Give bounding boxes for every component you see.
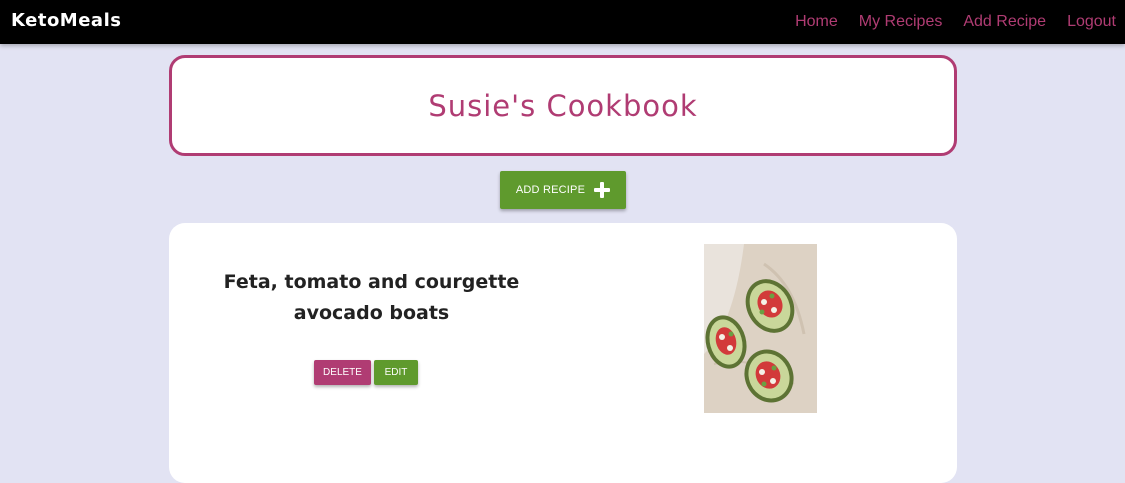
cookbook-title-box: Susie's Cookbook xyxy=(169,55,957,156)
plus-icon xyxy=(594,182,611,198)
recipe-actions: DELETE EDIT xyxy=(314,360,418,385)
nav-link-logout[interactable]: Logout xyxy=(1067,13,1116,31)
recipe-image xyxy=(704,244,817,413)
brand-logo[interactable]: KetoMeals xyxy=(11,10,121,31)
nav-link-add-recipe[interactable]: Add Recipe xyxy=(963,13,1046,31)
delete-button[interactable]: DELETE xyxy=(314,360,371,385)
page-title: Susie's Cookbook xyxy=(428,88,698,123)
navbar: KetoMeals Home My Recipes Add Recipe Log… xyxy=(0,0,1125,44)
edit-button[interactable]: EDIT xyxy=(374,360,418,385)
add-recipe-button[interactable]: ADD RECIPE xyxy=(500,171,626,209)
nav-link-home[interactable]: Home xyxy=(795,13,838,31)
nav-link-my-recipes[interactable]: My Recipes xyxy=(859,13,943,31)
nav-links: Home My Recipes Add Recipe Logout xyxy=(795,13,1116,31)
recipe-card: Feta, tomato and courgette avocado boats… xyxy=(169,223,957,483)
recipe-title: Feta, tomato and courgette avocado boats xyxy=(223,271,520,324)
add-recipe-button-label: ADD RECIPE xyxy=(515,184,586,196)
